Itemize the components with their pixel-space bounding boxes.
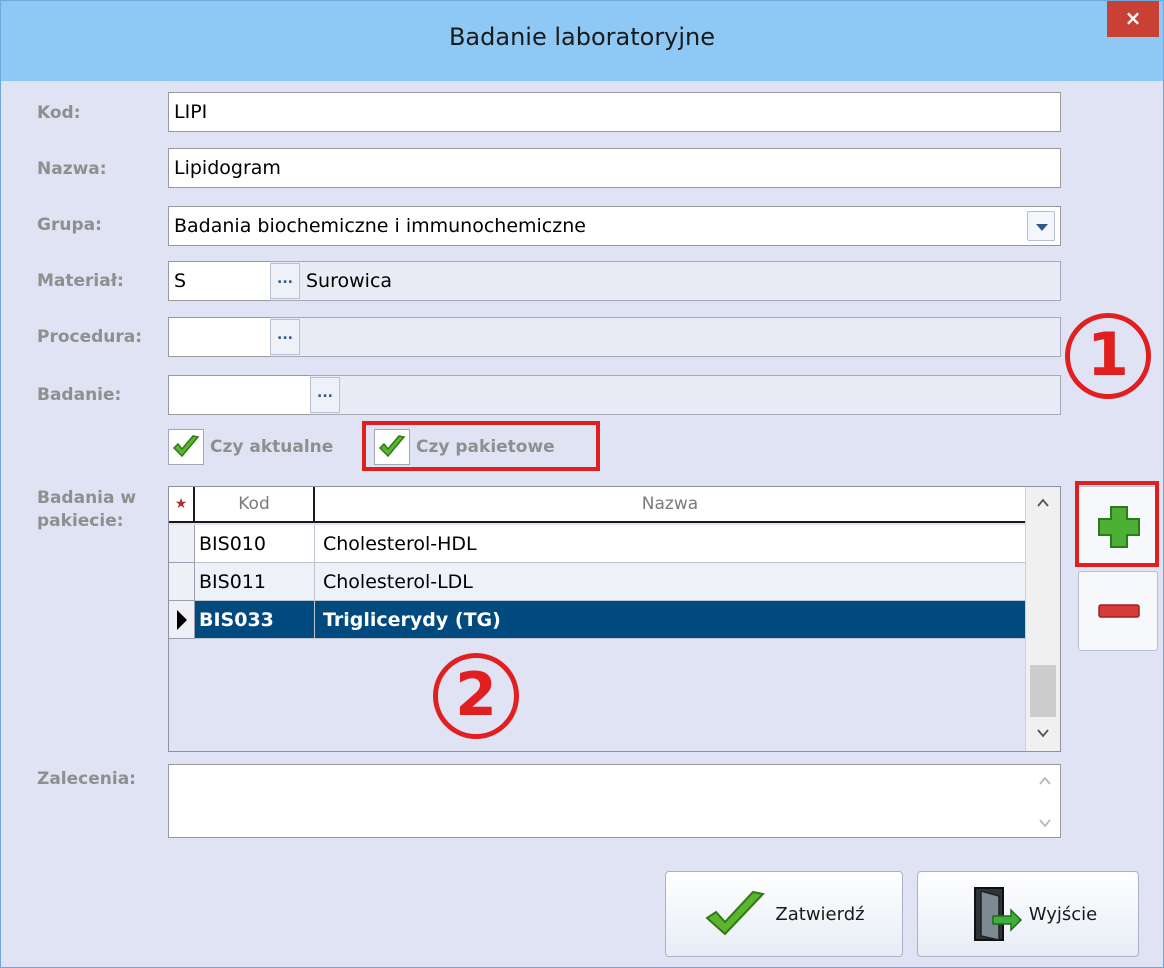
czy-aktualne-checkbox[interactable] [168, 429, 204, 465]
material-name: Surowica [306, 270, 393, 292]
material-browse-button[interactable]: ... [270, 263, 300, 299]
door-exit-icon [973, 887, 1022, 941]
annotation-number-two: 2 [433, 653, 519, 739]
package-label-line1: Badania w [37, 488, 137, 508]
row-indicator[interactable] [169, 525, 195, 563]
table-row-selected[interactable]: BIS033 Triglicerydy (TG) [169, 601, 1025, 639]
highlight-add-button [1075, 481, 1159, 567]
row-nazwa: Cholesterol-HDL [315, 525, 1025, 563]
row-kod: BIS010 [195, 525, 315, 563]
table-row[interactable]: BIS011 Cholesterol-LDL [169, 563, 1025, 601]
grid-header: ★ Kod Nazwa [169, 487, 1025, 523]
zalecenia-label: Zalecenia: [37, 769, 136, 789]
confirm-button[interactable]: Zatwierdź [665, 871, 903, 957]
kod-column-header[interactable]: Kod [195, 487, 315, 521]
procedura-browse-button[interactable]: ... [270, 319, 300, 355]
highlight-czy-pakietowe [362, 421, 600, 471]
remove-package-item-button[interactable] [1078, 571, 1158, 651]
chevron-down-icon[interactable] [1039, 817, 1051, 829]
row-indicator[interactable] [169, 563, 195, 601]
grid-vertical-scrollbar[interactable] [1025, 487, 1060, 751]
table-row[interactable]: BIS010 Cholesterol-HDL [169, 525, 1025, 563]
close-icon: × [1124, 6, 1142, 30]
title-bar[interactable]: Badanie laboratoryjne × [1, 1, 1163, 81]
procedura-code-input[interactable] [168, 317, 270, 357]
material-label: Materiał: [37, 271, 124, 291]
zalecenia-textarea[interactable] [168, 764, 1061, 838]
checkmark-icon [172, 435, 200, 458]
checkmark-icon [705, 890, 766, 936]
star-column-header[interactable]: ★ [169, 487, 195, 521]
row-nazwa: Triglicerydy (TG) [315, 601, 1025, 639]
grupa-selected-value: Badania biochemiczne i immunochemiczne [174, 215, 586, 237]
row-kod: BIS033 [195, 601, 315, 639]
procedura-row [168, 317, 1061, 357]
kod-input[interactable]: LIPI [168, 92, 1061, 132]
badanie-label: Badanie: [37, 385, 122, 405]
dialog-window: Badanie laboratoryjne × Kod: LIPI Nazwa:… [0, 0, 1164, 968]
badanie-code-input[interactable] [168, 375, 310, 415]
row-kod: BIS011 [195, 563, 315, 601]
window-title: Badanie laboratoryjne [448, 23, 716, 51]
procedura-label: Procedura: [37, 327, 143, 347]
czy-aktualne-label: Czy aktualne [210, 437, 334, 457]
confirm-button-label: Zatwierdź [775, 903, 865, 925]
chevron-up-icon[interactable] [1037, 497, 1049, 509]
exit-button[interactable]: Wyjście [917, 871, 1139, 957]
row-nazwa: Cholesterol-LDL [315, 563, 1025, 601]
czy-aktualne-checkbox-group[interactable]: Czy aktualne [168, 429, 333, 465]
material-code-input[interactable]: S [168, 261, 270, 301]
scrollbar-thumb[interactable] [1030, 665, 1056, 717]
chevron-up-icon[interactable] [1039, 775, 1051, 787]
badanie-browse-button[interactable]: ... [310, 377, 340, 413]
minus-icon [1098, 604, 1140, 618]
nazwa-column-header[interactable]: Nazwa [315, 487, 1025, 521]
package-grid[interactable]: ★ Kod Nazwa BIS010 Cholesterol-HDL BIS01… [168, 486, 1061, 752]
grupa-label: Grupa: [37, 215, 102, 235]
annotation-number-one: 1 [1065, 313, 1151, 399]
nazwa-label: Nazwa: [37, 159, 107, 179]
kod-label: Kod: [37, 103, 81, 123]
exit-button-label: Wyjście [1028, 903, 1098, 925]
row-indicator[interactable] [169, 601, 195, 639]
close-button[interactable]: × [1107, 1, 1159, 37]
chevron-down-icon[interactable] [1037, 727, 1049, 739]
package-label-line2: pakiecie: [37, 511, 124, 531]
chevron-down-icon[interactable] [1027, 211, 1055, 241]
grupa-select[interactable]: Badania biochemiczne i immunochemiczne [168, 206, 1061, 246]
nazwa-input[interactable]: Lipidogram [168, 148, 1061, 188]
current-row-arrow-icon [177, 610, 187, 630]
material-row [168, 261, 1061, 301]
